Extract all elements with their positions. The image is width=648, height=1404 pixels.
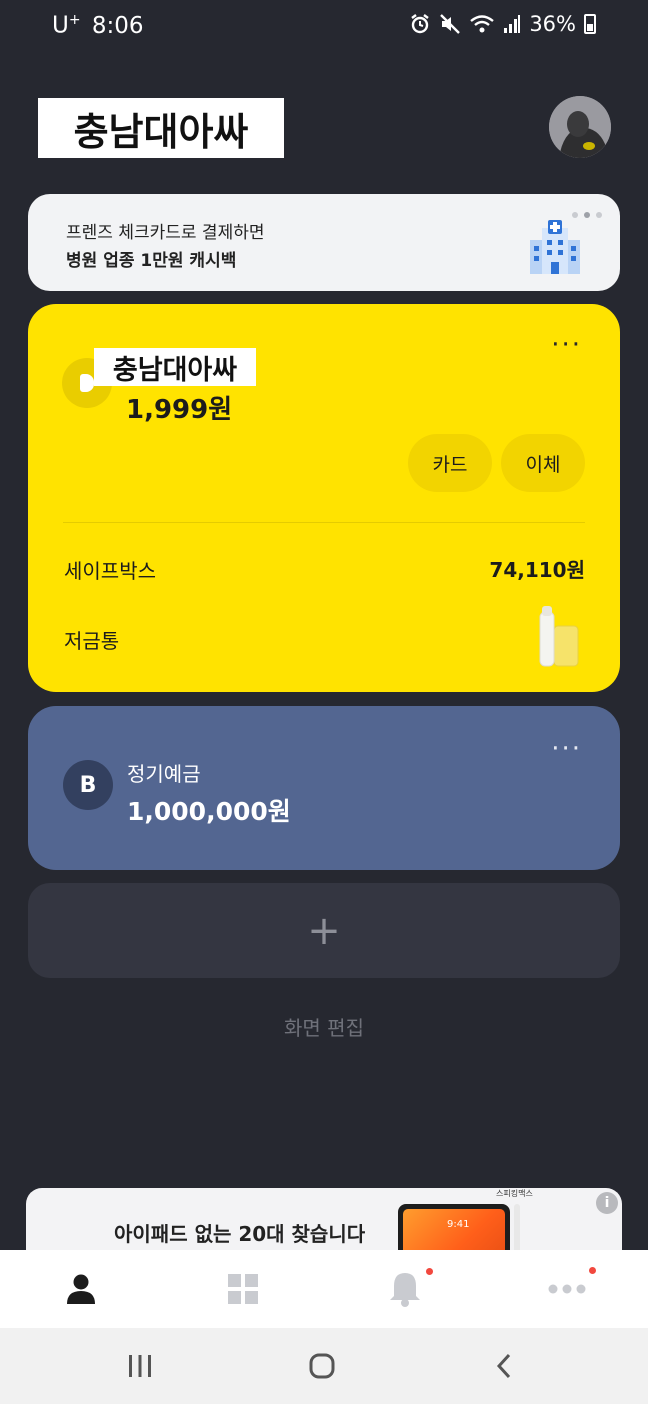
- carrier-sup: +: [68, 12, 81, 28]
- nav-tab-menu[interactable]: [162, 1250, 324, 1328]
- nav-tab-account[interactable]: [0, 1250, 162, 1328]
- safebox-label[interactable]: 세이프박스: [64, 555, 156, 584]
- deposit-account-name: 정기예금: [127, 762, 201, 786]
- wifi-icon: [470, 15, 495, 33]
- home-button[interactable]: [272, 1328, 372, 1404]
- status-carrier-time: U+ 8:06: [52, 12, 144, 39]
- battery-icon: [584, 14, 596, 34]
- banner-text-line2: 병원 업종 1만원 캐시백: [66, 251, 237, 271]
- add-account-button[interactable]: +: [28, 883, 620, 978]
- user-name-title: 충남대아싸: [38, 98, 284, 158]
- person-icon: [67, 1274, 95, 1304]
- system-navigation-bar: [0, 1328, 648, 1404]
- avatar-image: [549, 96, 611, 158]
- status-time: 8:06: [91, 12, 144, 39]
- card-button[interactable]: 카드: [408, 434, 492, 492]
- account-balance: 1,999원: [126, 395, 233, 425]
- home-icon: [309, 1353, 335, 1379]
- banner-text-line1: 프렌즈 체크카드로 결제하면: [66, 223, 265, 243]
- plus-icon: +: [307, 907, 341, 954]
- page-dot: [596, 212, 602, 218]
- transfer-button[interactable]: 이체: [501, 434, 585, 492]
- nav-tab-more[interactable]: [486, 1250, 648, 1328]
- notification-badge: [426, 1268, 433, 1275]
- more-badge: [589, 1267, 596, 1274]
- battery-percent: 36%: [529, 12, 576, 36]
- status-bar: U+ 8:06 36%: [0, 0, 648, 52]
- status-icons: 36%: [409, 12, 596, 36]
- piggy-bank-label[interactable]: 저금통: [64, 625, 119, 654]
- ad-text: 아이패드 없는 20대 찾습니다: [114, 1222, 366, 1246]
- tablet-time: 9:41: [447, 1219, 470, 1230]
- promo-banner[interactable]: 프렌즈 체크카드로 결제하면 병원 업종 1만원 캐시백: [28, 194, 620, 291]
- account-name: 충남대아싸: [94, 348, 256, 386]
- edit-screen-button[interactable]: 화면 편집: [0, 1012, 648, 1041]
- ad-brand-logo: 스피킹맥스: [496, 1189, 533, 1198]
- bank-b-logo-icon: B: [63, 760, 113, 810]
- recent-apps-button[interactable]: [90, 1328, 190, 1404]
- back-button[interactable]: [454, 1328, 554, 1404]
- deposit-account-balance: 1,000,000원: [127, 797, 291, 826]
- carrier-label: U: [52, 12, 69, 39]
- back-icon: [496, 1353, 511, 1379]
- safebox-amount: 74,110원: [489, 558, 585, 582]
- deposit-account-card[interactable]: ··· B 정기예금 1,000,000원: [28, 706, 620, 870]
- mute-icon: [440, 14, 461, 34]
- bell-icon: [390, 1273, 420, 1307]
- nav-tab-notifications[interactable]: [324, 1250, 486, 1328]
- page-dot-active: [584, 212, 590, 218]
- card-divider: [63, 522, 585, 523]
- main-account-more-button[interactable]: ···: [551, 332, 582, 358]
- main-account-card[interactable]: ··· 충남대아싸 1,999원 카드 이체 세이프박스 74,110원 저금통: [28, 304, 620, 692]
- grid-icon: [228, 1274, 258, 1304]
- more-icon: [548, 1284, 586, 1294]
- hospital-icon: [530, 220, 580, 274]
- profile-avatar[interactable]: [549, 96, 611, 158]
- ad-info-icon[interactable]: i: [596, 1192, 618, 1214]
- deposit-more-button[interactable]: ···: [551, 736, 582, 762]
- piggy-bank-jar-icon: [539, 606, 579, 667]
- recent-apps-icon: [129, 1355, 151, 1377]
- bottom-navigation: [0, 1250, 648, 1328]
- alarm-icon: [411, 14, 430, 34]
- signal-icon: [504, 15, 521, 33]
